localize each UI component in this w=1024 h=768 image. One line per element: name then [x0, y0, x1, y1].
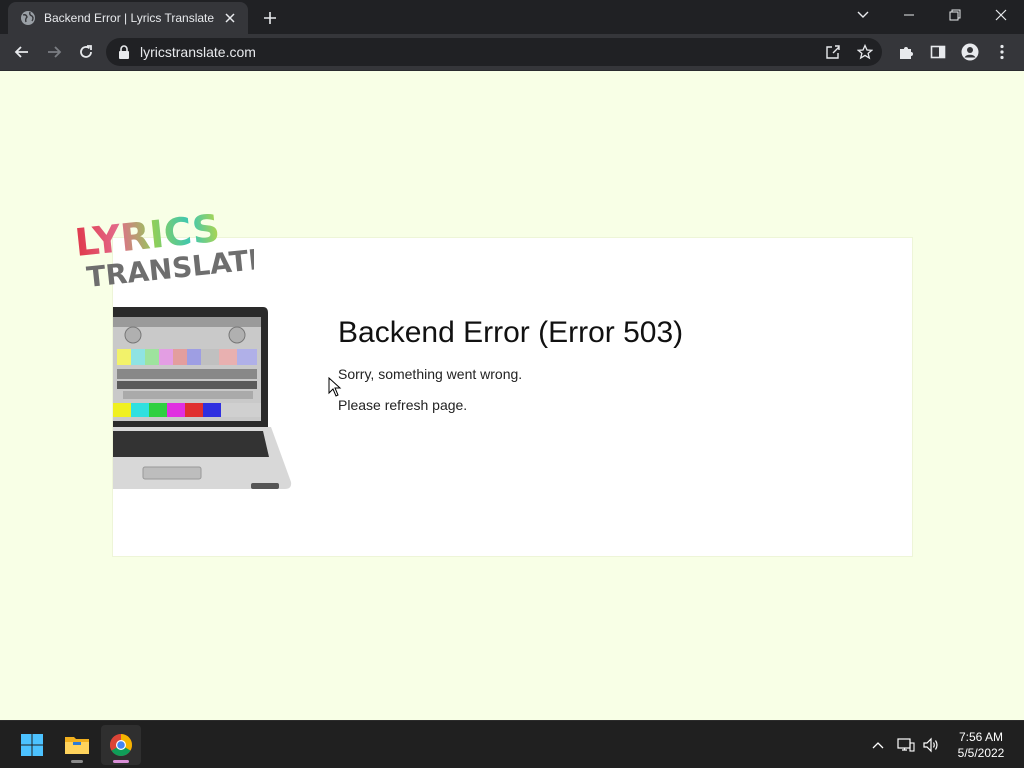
arrow-right-icon [48, 46, 62, 58]
show-hidden-icons-button[interactable] [868, 735, 888, 755]
minimize-icon [904, 14, 914, 16]
profile-button[interactable] [960, 42, 980, 62]
globe-icon [21, 11, 35, 25]
mouse-cursor-icon [328, 377, 342, 397]
arrow-left-icon [14, 46, 28, 58]
plus-icon [264, 12, 276, 24]
url-text: lyricstranslate.com [140, 44, 256, 60]
restore-icon [949, 9, 961, 21]
clock-date: 5/5/2022 [957, 746, 1005, 760]
side-panel-button[interactable] [928, 42, 948, 62]
network-button[interactable] [896, 735, 916, 755]
taskbar: 7:56 AM 5/5/2022 [0, 720, 1024, 768]
network-icon [897, 738, 915, 752]
refresh-hint: Please refresh page. [338, 397, 468, 413]
close-icon [995, 9, 1007, 21]
chrome-icon [110, 734, 132, 756]
minimize-button[interactable] [886, 0, 932, 30]
reload-button[interactable] [72, 38, 100, 66]
close-window-button[interactable] [978, 0, 1024, 30]
taskbar-clock[interactable]: 7:56 AM 5/5/2022 [950, 729, 1012, 761]
extensions-button[interactable] [896, 42, 916, 62]
browser-toolbar: lyricstranslate.com [0, 34, 1024, 71]
windows-icon [21, 734, 43, 756]
clock-time: 7:56 AM [958, 730, 1004, 744]
speaker-icon [923, 737, 938, 753]
running-indicator [71, 760, 83, 763]
laptop-test-pattern-image [113, 307, 292, 489]
volume-button[interactable] [921, 735, 941, 755]
tab-title: Backend Error | Lyrics Translate [44, 11, 215, 25]
puzzle-icon [900, 47, 913, 59]
start-button[interactable] [12, 725, 52, 765]
more-vert-icon [1000, 44, 1004, 60]
restore-button[interactable] [932, 0, 978, 30]
chevron-down-icon [857, 11, 869, 18]
side-panel-icon [930, 45, 946, 59]
error-message: Sorry, something went wrong. [338, 366, 523, 382]
bookmark-button[interactable] [856, 43, 874, 61]
lock-icon[interactable] [118, 45, 130, 59]
folder-icon [65, 737, 89, 754]
profile-icon [961, 43, 979, 61]
new-tab-button[interactable] [258, 6, 282, 30]
reload-icon [80, 45, 92, 58]
active-indicator [113, 760, 129, 763]
chevron-up-icon [872, 742, 884, 749]
share-icon [826, 45, 840, 59]
star-icon [857, 44, 873, 60]
lyrics-translate-logo[interactable]: LYRICS TRANSLATE [72, 207, 254, 287]
file-explorer-button[interactable] [57, 725, 97, 765]
back-button[interactable] [8, 38, 36, 66]
close-tab-icon[interactable] [222, 10, 238, 26]
tab-strip: Backend Error | Lyrics Translate [0, 0, 1024, 34]
share-button[interactable] [824, 43, 842, 61]
error-title: Backend Error (Error 503) [338, 316, 684, 349]
page-content: LYRICS TRANSLATE Backend Error (Error 50… [0, 71, 1024, 720]
tab-search-button[interactable] [840, 0, 886, 30]
browser-tab[interactable]: Backend Error | Lyrics Translate [8, 2, 248, 34]
address-bar[interactable]: lyricstranslate.com [106, 38, 882, 66]
forward-button[interactable] [40, 38, 68, 66]
chrome-taskbar-button[interactable] [101, 725, 141, 765]
menu-button[interactable] [992, 42, 1012, 62]
